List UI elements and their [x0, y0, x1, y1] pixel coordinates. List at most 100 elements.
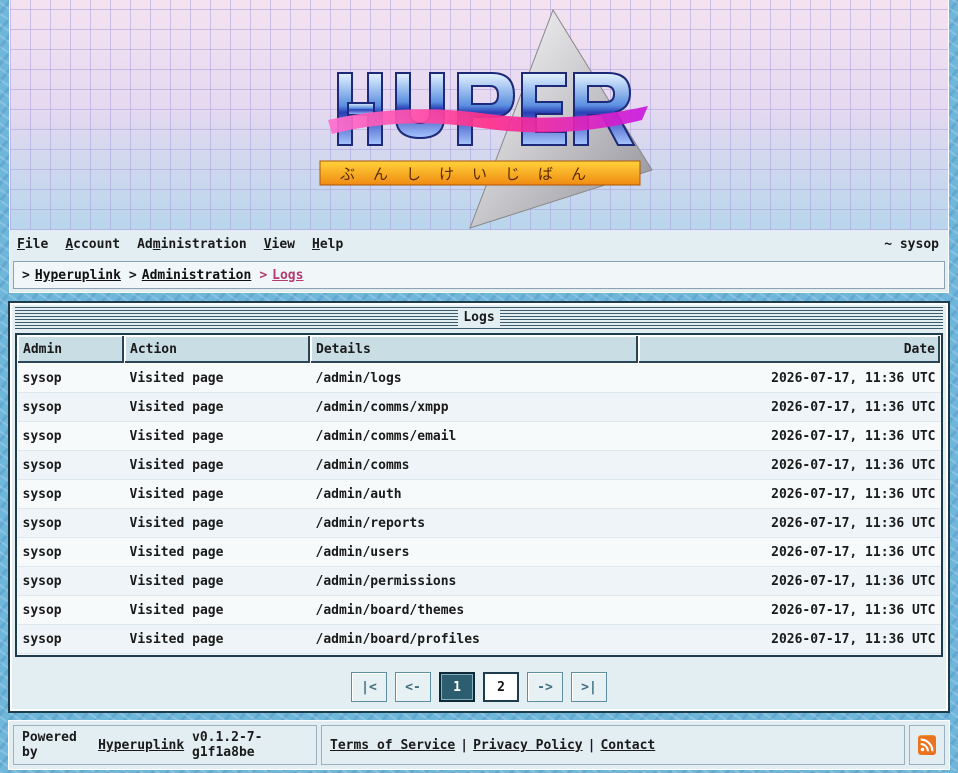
app-version: v0.1.2-7-g1f1a8be	[192, 730, 263, 760]
menu-file-label: ile	[24, 236, 49, 252]
app-name-link[interactable]: Hyperuplink	[98, 738, 184, 753]
breadcrumb-logs[interactable]: Logs	[272, 268, 303, 283]
cell-admin: sysop	[17, 508, 125, 538]
rss-link[interactable]	[909, 725, 945, 765]
cell-details: /admin/comms/xmpp	[310, 392, 639, 422]
cell-admin: sysop	[17, 566, 125, 596]
menu-view-label: iew	[271, 236, 295, 252]
breadcrumb-hyperuplink[interactable]: Hyperuplink	[35, 268, 121, 283]
logs-table: Admin Action Details Date sysop Visited p…	[17, 335, 941, 654]
cell-admin: sysop	[17, 624, 125, 654]
cell-details: /admin/comms	[310, 450, 639, 480]
menu-account-label: ccount	[73, 236, 121, 252]
menu-account[interactable]: Account	[65, 237, 120, 252]
table-row: sysop Visited page/admin/board/profiles 20…	[17, 624, 941, 654]
cell-details: /admin/board/profiles	[310, 624, 639, 654]
menu-bar: File Account Administration View Help ~ …	[9, 230, 949, 258]
cell-date: 2026-07-17, 11:36 UTC	[638, 624, 941, 654]
cell-date: 2026-07-17, 11:36 UTC	[638, 566, 941, 596]
cell-action: Visited page	[124, 392, 311, 422]
table-row: sysop Visited page/admin/users 2026-07-17,…	[17, 537, 941, 567]
table-header-row: Admin Action Details Date	[17, 335, 941, 364]
cell-date: 2026-07-17, 11:36 UTC	[638, 508, 941, 538]
cell-details: /admin/board/themes	[310, 595, 639, 625]
first-page-button[interactable]: |<	[351, 672, 387, 702]
hyper-logo: ぶんしけいじばん	[319, 8, 653, 229]
cell-action: Visited page	[124, 421, 311, 451]
cell-action: Visited page	[124, 566, 311, 596]
breadcrumb-chevron-icon: >	[128, 267, 137, 283]
column-header-admin[interactable]: Admin	[17, 335, 125, 364]
rss-feed-icon	[918, 735, 936, 755]
menu-help-hotkey: H	[312, 236, 320, 252]
cell-admin: sysop	[17, 479, 125, 509]
table-row: sysop Visited page/admin/comms/xmpp 2026-0…	[17, 392, 941, 422]
contact-link[interactable]: Contact	[600, 738, 655, 753]
page-2-button[interactable]: 2	[483, 672, 519, 702]
menu-administration-prefix: Ad	[137, 236, 153, 252]
logs-table-container: Admin Action Details Date sysop Visited p…	[15, 333, 943, 657]
next-page-button[interactable]: ->	[527, 672, 563, 702]
terms-of-service-link[interactable]: Terms of Service	[330, 738, 455, 753]
page-1-button[interactable]: 1	[439, 672, 475, 702]
cell-action: Visited page	[124, 595, 311, 625]
header-banner: ぶんしけいじばん	[9, 0, 949, 230]
last-page-button[interactable]: >|	[571, 672, 607, 702]
cell-date: 2026-07-17, 11:36 UTC	[638, 421, 941, 451]
menu-file-hotkey: F	[17, 236, 25, 252]
cell-details: /admin/reports	[310, 508, 639, 538]
menu-view[interactable]: View	[264, 237, 295, 252]
breadcrumb-chevron-icon: >	[22, 267, 30, 283]
table-row: sysop Visited page/admin/auth 2026-07-17, …	[17, 479, 941, 509]
breadcrumb-administration[interactable]: Administration	[142, 268, 252, 283]
powered-by-prefix: Powered by	[22, 730, 77, 760]
cell-details: /admin/users	[310, 537, 639, 567]
svg-text:ぶんしけいじばん: ぶんしけいじばん	[340, 165, 604, 183]
menu-help-label: elp	[319, 236, 344, 252]
column-header-date[interactable]: Date	[638, 335, 941, 364]
powered-by: Powered by Hyperuplink v0.1.2-7-g1f1a8be	[13, 725, 317, 765]
cell-action: Visited page	[124, 624, 311, 654]
cell-action: Visited page	[124, 508, 311, 538]
cell-date: 2026-07-17, 11:36 UTC	[638, 392, 941, 422]
link-separator: |	[460, 737, 469, 753]
table-row: sysop Visited page/admin/comms/email 2026-…	[17, 421, 941, 451]
table-row: sysop Visited page/admin/board/themes 2026…	[17, 595, 941, 625]
breadcrumb: > Hyperuplink > Administration > Logs	[13, 261, 945, 289]
cell-admin: sysop	[17, 595, 125, 625]
privacy-policy-link[interactable]: Privacy Policy	[473, 738, 583, 753]
cell-details: /admin/permissions	[310, 566, 639, 596]
panel-title-bar: Logs	[15, 307, 943, 329]
menu-help[interactable]: Help	[312, 237, 343, 252]
logs-panel: Logs Admin Action Details Date sysop Visi…	[8, 301, 950, 713]
cell-details: /admin/comms/email	[310, 421, 639, 451]
table-row: sysop Visited page/admin/comms 2026-07-17,…	[17, 450, 941, 480]
cell-admin: sysop	[17, 363, 125, 393]
cell-admin: sysop	[17, 421, 125, 451]
cell-details: /admin/logs	[310, 363, 639, 393]
table-row: sysop Visited page/admin/reports 2026-07-1…	[17, 508, 941, 538]
menu-administration-hotkey: m	[152, 236, 161, 252]
table-row: sysop Visited page/admin/permissions 2026-…	[17, 566, 941, 596]
cell-action: Visited page	[124, 450, 311, 480]
link-separator: |	[587, 737, 596, 753]
footer-links: Terms of Service | Privacy Policy | Cont…	[321, 725, 905, 765]
previous-page-button[interactable]: <-	[395, 672, 431, 702]
cell-date: 2026-07-17, 11:36 UTC	[638, 479, 941, 509]
column-header-action[interactable]: Action	[124, 335, 311, 364]
current-user-menu[interactable]: ~ sysop	[884, 237, 939, 252]
menu-account-hotkey: A	[65, 236, 74, 252]
cell-admin: sysop	[17, 392, 125, 422]
breadcrumb-bar: > Hyperuplink > Administration > Logs	[9, 258, 949, 293]
menu-administration[interactable]: Administration	[137, 237, 247, 252]
cell-action: Visited page	[124, 537, 311, 567]
menu-administration-label: inistration	[160, 236, 247, 252]
column-header-details[interactable]: Details	[310, 335, 639, 364]
cell-details: /admin/auth	[310, 479, 639, 509]
cell-date: 2026-07-17, 11:36 UTC	[638, 450, 941, 480]
cell-action: Visited page	[124, 479, 311, 509]
menu-view-hotkey: V	[263, 236, 272, 252]
panel-title: Logs	[458, 309, 500, 327]
menu-file[interactable]: File	[17, 237, 48, 252]
cell-date: 2026-07-17, 11:36 UTC	[638, 537, 941, 567]
